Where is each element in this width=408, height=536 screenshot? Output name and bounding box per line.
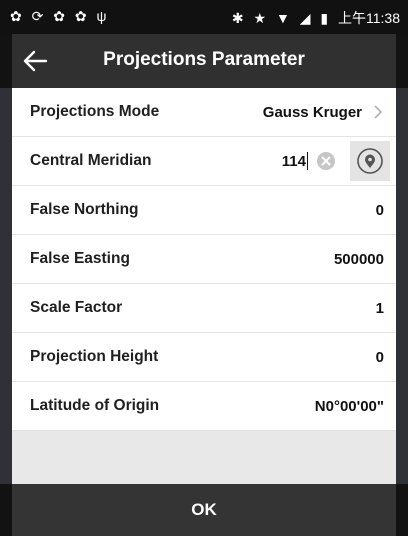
status-left-icons: ✿ ⟳ ✿ ✿ ψ	[10, 8, 109, 25]
usb-icon: ψ	[96, 8, 110, 24]
projections-mode-value: Gauss Kruger	[262, 103, 362, 121]
central-meridian-input[interactable]: 114	[282, 151, 336, 171]
central-meridian-row: Central Meridian 114	[12, 137, 396, 186]
text-cursor	[307, 152, 308, 170]
empty-area	[12, 431, 396, 481]
latitude-of-origin-row[interactable]: Latitude of Origin N0°00'00"	[12, 382, 396, 431]
projection-height-value: 0	[375, 348, 384, 366]
background-edge-left-bottom	[0, 484, 12, 536]
status-bar: ✿ ⟳ ✿ ✿ ψ ✱ ★ ▼ ◢ ▮ 上午11:38	[0, 0, 408, 34]
scale-factor-value: 1	[375, 299, 384, 317]
background-edge-right-bottom	[396, 484, 408, 536]
status-right-icons: ✱ ★ ▼ ◢ ▮ 上午11:38	[226, 8, 400, 28]
parameter-list: Projections Mode Gauss Kruger Central Me…	[12, 88, 396, 431]
false-northing-value: 0	[375, 201, 384, 219]
battery-icon: ▮	[320, 10, 329, 26]
projections-mode-label: Projections Mode	[30, 103, 160, 120]
false-northing-label: False Northing	[30, 201, 139, 218]
bluetooth-icon: ✱	[231, 10, 244, 26]
title-bar: Projections Parameter	[12, 34, 396, 88]
background-edge-left	[0, 34, 12, 536]
background-edge-right-top	[396, 34, 408, 88]
false-northing-row[interactable]: False Northing 0	[12, 186, 396, 235]
scale-factor-label: Scale Factor	[30, 299, 123, 316]
false-easting-label: False Easting	[30, 250, 130, 267]
star-icon: ★	[253, 10, 267, 26]
signal-icon: ◢	[299, 10, 311, 26]
false-easting-value: 500000	[333, 250, 384, 268]
latitude-of-origin-value: N0°00'00"	[314, 397, 384, 415]
ok-button[interactable]: OK	[12, 484, 396, 536]
location-pin-icon	[357, 148, 383, 174]
wifi-icon: ▼	[275, 10, 290, 26]
sync-icon: ⟳	[31, 8, 47, 24]
scale-factor-row[interactable]: Scale Factor 1	[12, 284, 396, 333]
projection-height-row[interactable]: Projection Height 0	[12, 333, 396, 382]
projections-mode-row[interactable]: Projections Mode Gauss Kruger	[12, 88, 396, 137]
central-meridian-label: Central Meridian	[30, 152, 152, 169]
notification-icon: ✿	[10, 8, 25, 24]
page-title: Projections Parameter	[103, 49, 305, 70]
projection-height-label: Projection Height	[30, 348, 159, 365]
status-time: 上午11:38	[338, 10, 400, 26]
notification-icon: ✿	[74, 8, 90, 24]
false-easting-row[interactable]: False Easting 500000	[12, 235, 396, 284]
background-edge-left-top	[0, 34, 12, 88]
notification-icon: ✿	[53, 8, 68, 24]
get-location-button[interactable]	[350, 141, 390, 181]
projections-parameter-screen: Projections Parameter Projections Mode G…	[12, 34, 396, 536]
background-edge-right	[396, 34, 408, 536]
central-meridian-value: 114	[281, 152, 306, 170]
chevron-right-icon	[374, 105, 383, 119]
clear-icon[interactable]	[316, 151, 336, 171]
latitude-of-origin-label: Latitude of Origin	[30, 397, 160, 414]
